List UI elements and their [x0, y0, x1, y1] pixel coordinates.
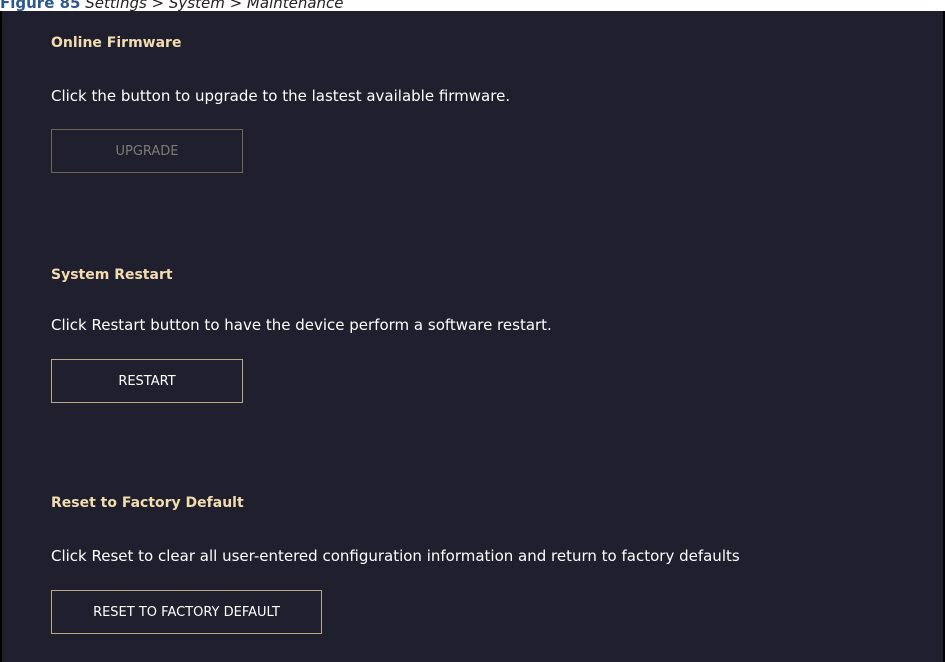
maintenance-panel: Online Firmware Click the button to upgr… [0, 11, 945, 662]
system-restart-title: System Restart [51, 267, 173, 283]
reset-factory-title: Reset to Factory Default [51, 495, 244, 511]
online-firmware-description: Click the button to upgrade to the laste… [51, 87, 511, 105]
restart-button[interactable]: RESTART [51, 359, 243, 403]
reset-factory-description: Click Reset to clear all user-entered co… [51, 547, 740, 565]
online-firmware-title: Online Firmware [51, 35, 182, 51]
upgrade-button[interactable]: UPGRADE [51, 129, 243, 173]
reset-factory-default-button[interactable]: RESET TO FACTORY DEFAULT [51, 590, 322, 634]
system-restart-description: Click Restart button to have the device … [51, 316, 552, 334]
